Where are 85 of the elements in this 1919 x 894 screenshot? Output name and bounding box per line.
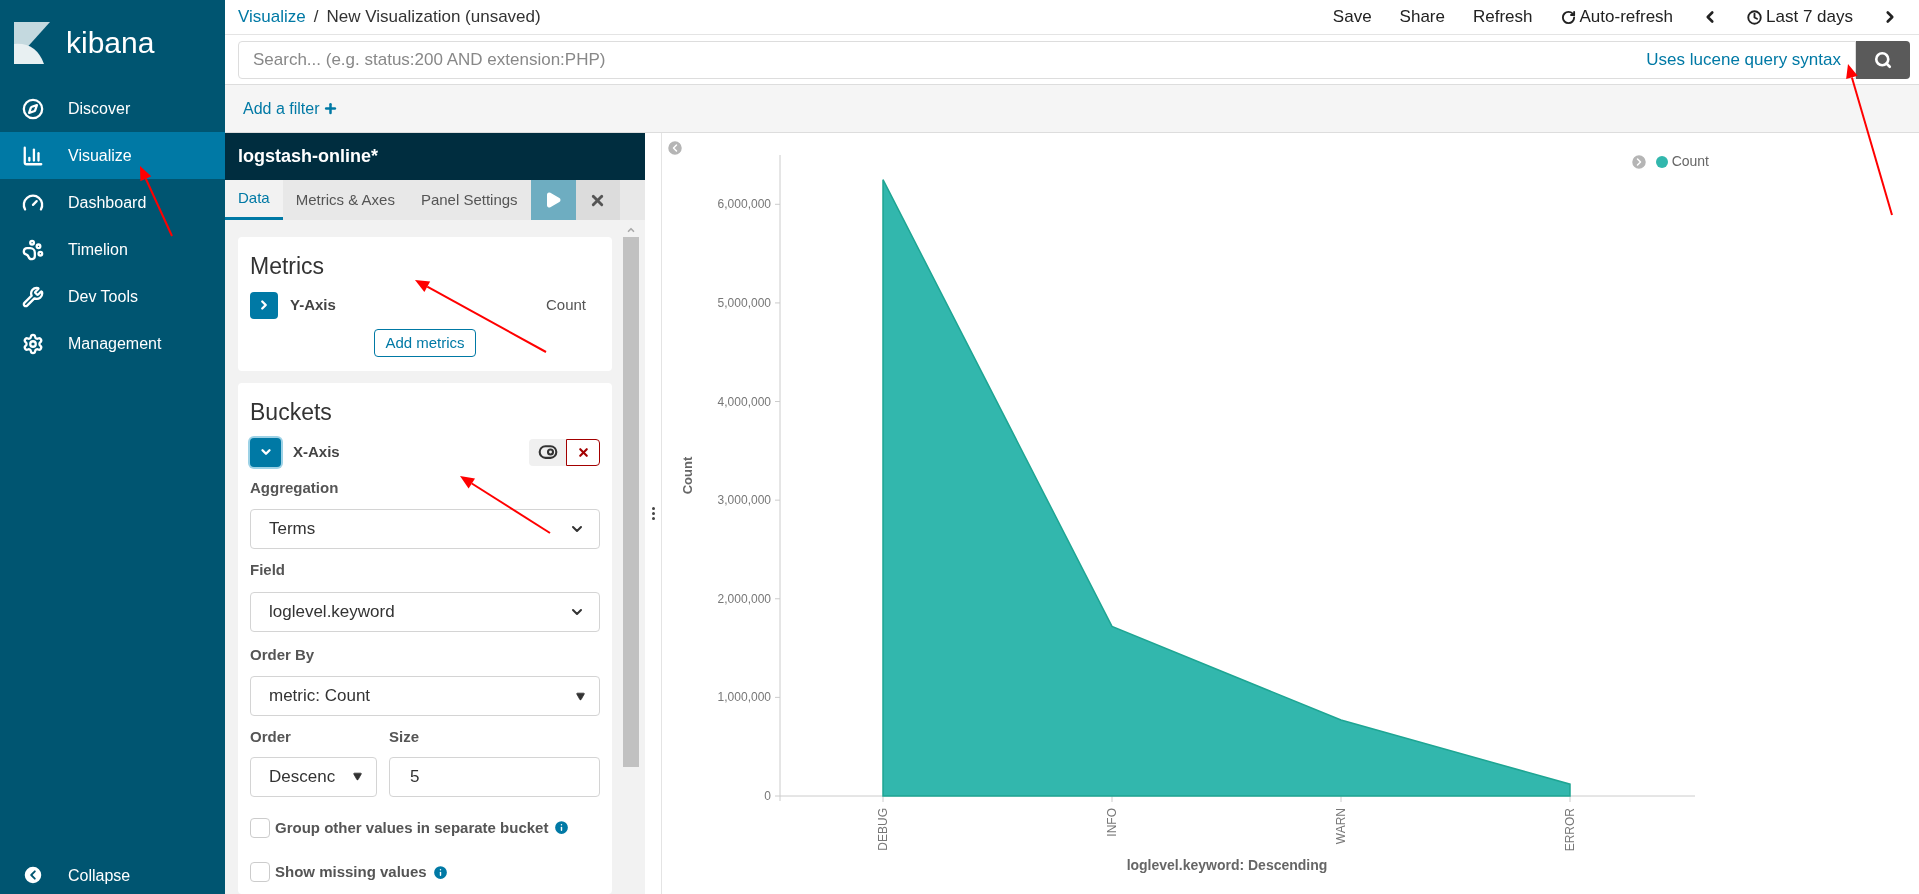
x-axis-title: loglevel.keyword: Descending bbox=[1126, 857, 1328, 873]
breadcrumb-link[interactable]: Visualize bbox=[238, 4, 306, 30]
remove-button[interactable] bbox=[566, 438, 600, 466]
nav-icon bbox=[22, 332, 44, 355]
breadcrumb-current: New Visualization (unsaved) bbox=[326, 6, 541, 29]
dropdown-icon bbox=[353, 772, 362, 781]
query-syntax-link[interactable]: Uses lucene query syntax bbox=[1646, 46, 1841, 73]
y-tick-label: 5,000,000 bbox=[717, 295, 771, 310]
index-pattern-title: logstash-online* bbox=[238, 145, 378, 168]
field-label: Size bbox=[389, 727, 420, 747]
field-label: Order By bbox=[250, 644, 316, 665]
collapse-icon bbox=[22, 864, 44, 886]
field-label: Aggregation bbox=[250, 477, 340, 498]
dropdown-icon bbox=[576, 691, 585, 701]
y-tick-label: 2,000,000 bbox=[717, 591, 771, 606]
metric-label: Y-Axis bbox=[290, 294, 336, 315]
x-tick-label: INFO bbox=[1105, 808, 1119, 837]
enable-toggle[interactable] bbox=[529, 438, 566, 466]
search-field[interactable]: Search... (e.g. status:200 AND extension:PHP) Uses lucene query syntax bbox=[238, 40, 1856, 79]
search-button[interactable] bbox=[1856, 40, 1910, 79]
nav-item[interactable]: Dashboard bbox=[0, 179, 225, 226]
search-icon bbox=[1874, 50, 1892, 69]
editor-tab[interactable]: Data bbox=[225, 180, 283, 220]
menu-button[interactable]: Share bbox=[1399, 4, 1445, 30]
select-field[interactable]: loglevel.keyword bbox=[250, 591, 600, 632]
expand-toggle[interactable] bbox=[250, 291, 278, 319]
x-tick-label: ERROR bbox=[1563, 808, 1577, 852]
nav-icon bbox=[22, 285, 44, 308]
menu-button[interactable]: Save bbox=[1332, 4, 1372, 30]
menu-button[interactable]: Last 7 days bbox=[1747, 4, 1853, 30]
checkbox-label: Show missing values bbox=[275, 862, 427, 882]
menu-button[interactable]: Refresh bbox=[1472, 4, 1533, 30]
checkbox[interactable] bbox=[250, 862, 270, 883]
resize-handle[interactable] bbox=[651, 507, 655, 520]
legend-label: Count bbox=[1671, 152, 1709, 171]
x-tick-label: WARN bbox=[1334, 808, 1348, 845]
nav-icon bbox=[22, 238, 44, 261]
y-tick-label: 0 bbox=[764, 789, 771, 803]
y-tick-label: 1,000,000 bbox=[717, 690, 771, 705]
breadcrumb-separator: / bbox=[313, 6, 319, 29]
info-icon bbox=[431, 863, 449, 881]
nav-icon bbox=[22, 144, 44, 167]
nav-item[interactable]: Dev Tools bbox=[0, 273, 225, 320]
plus-icon bbox=[323, 101, 339, 116]
toggle-icon bbox=[537, 442, 558, 462]
add-metrics-button[interactable]: Add metrics bbox=[374, 328, 476, 357]
menu-button[interactable]: Auto-refresh bbox=[1560, 4, 1674, 30]
brand-name: kibana bbox=[66, 25, 155, 61]
nav-item[interactable]: Discover bbox=[0, 85, 225, 132]
close-icon bbox=[576, 445, 590, 459]
y-tick-label: 3,000,000 bbox=[717, 493, 771, 508]
nav-item[interactable]: Timelion bbox=[0, 226, 225, 273]
expand-toggle[interactable] bbox=[250, 437, 281, 467]
field-label: Field bbox=[250, 560, 286, 580]
x-tick-label: DEBUG bbox=[876, 808, 890, 851]
discard-button[interactable] bbox=[575, 180, 620, 220]
size-input[interactable]: 5 bbox=[389, 756, 600, 797]
y-axis-title: Count bbox=[680, 456, 695, 495]
select-field[interactable]: metric: Count bbox=[250, 676, 600, 716]
select-field[interactable]: Terms bbox=[250, 509, 600, 549]
y-tick-label: 4,000,000 bbox=[717, 394, 771, 409]
legend-item[interactable]: Count bbox=[1655, 151, 1709, 172]
nav-item[interactable]: Management bbox=[0, 320, 225, 367]
apply-button[interactable] bbox=[530, 180, 576, 220]
checkbox[interactable] bbox=[250, 817, 270, 838]
play-icon bbox=[544, 191, 563, 209]
clock-icon bbox=[1747, 9, 1763, 25]
info-icon bbox=[553, 819, 571, 837]
section-title: Buckets bbox=[250, 398, 333, 427]
select-field[interactable]: Descenc bbox=[250, 756, 377, 797]
editor-tab[interactable]: Metrics & Axes bbox=[282, 180, 408, 220]
nav-icon bbox=[22, 97, 44, 120]
metric-value: Count bbox=[545, 294, 586, 315]
checkbox-label: Group other values in separate bucket bbox=[275, 817, 549, 838]
legend-toggle-icon[interactable] bbox=[1629, 152, 1648, 171]
y-tick-label: 6,000,000 bbox=[717, 197, 771, 212]
field-label: Order bbox=[250, 727, 292, 747]
section-title: Metrics bbox=[250, 252, 326, 281]
editor-tab[interactable]: Panel Settings bbox=[407, 180, 531, 220]
nav-item[interactable]: Visualize bbox=[0, 132, 225, 179]
collapse-button[interactable]: Collapse bbox=[0, 864, 225, 894]
logo-icon bbox=[14, 21, 50, 64]
add-filter-link[interactable]: Add a filter bbox=[243, 96, 339, 121]
refresh-icon bbox=[1560, 9, 1576, 25]
bucket-label: X-Axis bbox=[293, 441, 340, 462]
